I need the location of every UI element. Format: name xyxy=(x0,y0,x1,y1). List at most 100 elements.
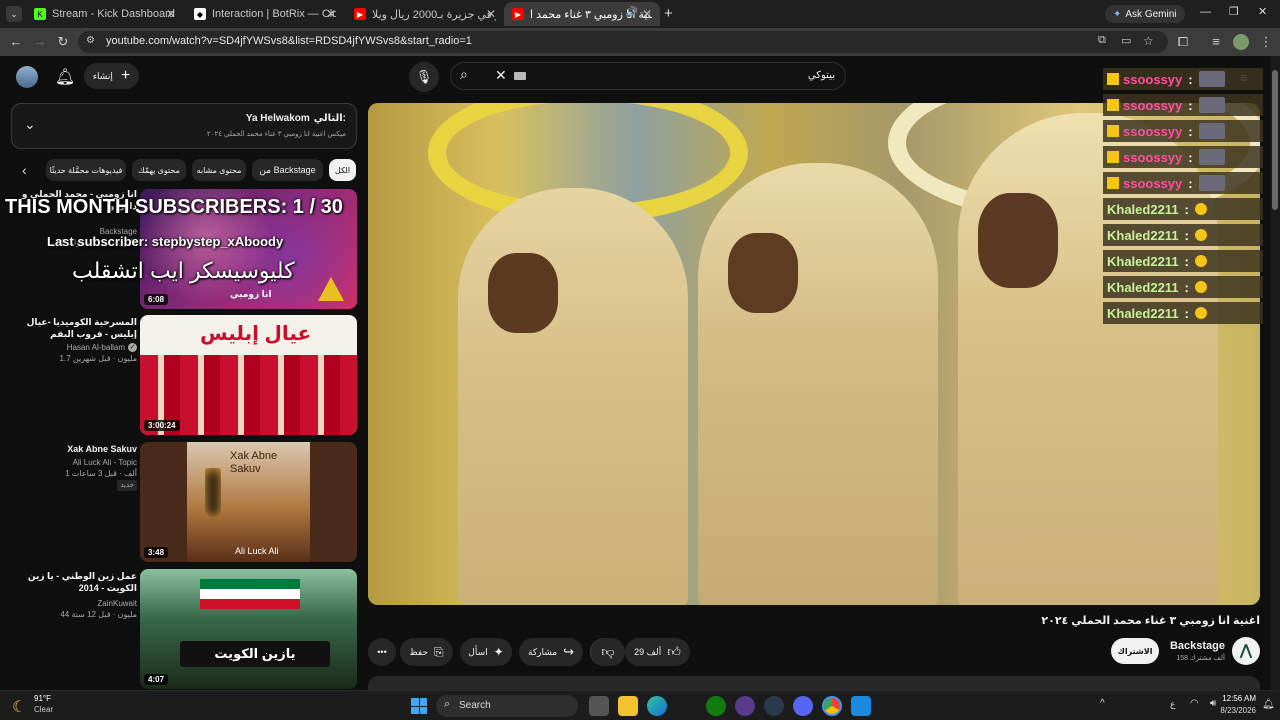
duration-badge: 3:48 xyxy=(144,547,169,558)
search-input[interactable]: بيتوكي xyxy=(808,70,835,81)
channel-name[interactable]: ZainKuwait xyxy=(7,598,137,609)
tab-kick-dashboard[interactable]: K Stream - Kick Dashboard ✕ xyxy=(26,2,184,26)
profile-avatar[interactable] xyxy=(1233,34,1249,50)
input-language[interactable]: ع xyxy=(1170,699,1175,710)
page-scrollbar[interactable] xyxy=(1270,56,1280,690)
steam-icon[interactable] xyxy=(764,696,784,716)
restore-icon[interactable]: ❐ xyxy=(1229,5,1239,18)
video-meta[interactable]: المسرحية الكوميديا -عيال إبليس - فروب ال… xyxy=(7,316,137,364)
task-view-icon[interactable] xyxy=(589,696,609,716)
copilot-icon[interactable] xyxy=(851,696,871,716)
tab-botrix[interactable]: ◆ Interaction | BotRix — Cloud St ✕ xyxy=(186,2,344,26)
chrome-icon[interactable] xyxy=(822,696,842,716)
notification-center-icon[interactable]: 🔔︎ xyxy=(1262,699,1275,710)
ask-gemini-button[interactable]: ✦ Ask Gemini xyxy=(1105,5,1185,23)
chip-from-backstage[interactable]: من Backstage xyxy=(252,159,323,181)
subscribe-button[interactable]: الاشتراك xyxy=(1111,638,1159,664)
channel-name-main[interactable]: Backstage xyxy=(1170,640,1225,652)
video-thumbnail[interactable]: Xak Abne Sakuv Ali Luck Ali 3:48 xyxy=(140,442,357,562)
cast-icon[interactable]: ▭ xyxy=(1121,34,1131,47)
chip-for-you[interactable]: محتوى يهمّك xyxy=(132,159,186,181)
video-title[interactable]: المسرحية الكوميديا -عيال إبليس - فروب ال… xyxy=(7,316,137,340)
scrollbar-thumb[interactable] xyxy=(1272,70,1278,210)
extensions-icon[interactable]: ⧠ xyxy=(1175,34,1191,50)
weather-temp[interactable]: 91°F xyxy=(34,694,51,703)
close-window-icon[interactable]: ✕ xyxy=(1258,5,1267,18)
clear-search-icon[interactable]: ✕ xyxy=(495,67,507,84)
ask-button[interactable]: اسأل ✦ xyxy=(460,638,512,666)
reload-icon[interactable]: ↻ xyxy=(55,34,71,50)
channel-name[interactable]: Hasan Al-ballam xyxy=(67,342,125,353)
bookmark-star-icon[interactable]: ☆ xyxy=(1143,34,1154,48)
tab-search-button[interactable]: ⌄ xyxy=(6,6,22,22)
video-thumbnail[interactable]: عيال إبليس 3:00:24 xyxy=(140,315,357,435)
tab-zombie-song[interactable]: ▶ اغنية انا زومبي ٣ غناء محمد ا 🔊 ✕ xyxy=(504,2,660,26)
site-info-icon[interactable]: ⚙ xyxy=(86,35,95,46)
channel-avatar[interactable]: ⋀ xyxy=(1232,637,1260,665)
obs-icon[interactable] xyxy=(735,696,755,716)
close-icon[interactable]: ✕ xyxy=(326,7,336,21)
video-meta[interactable]: عمل زين الوطني - يا زين الكويت - 2014 Za… xyxy=(7,570,137,620)
subscriber-count: 158 ألف مشترك xyxy=(1176,655,1225,662)
speaker-icon[interactable]: 🔊 xyxy=(626,7,638,18)
address-bar[interactable]: ⚙ youtube.com/watch?v=SD4jfYWSvs8&list=R… xyxy=(78,31,1168,53)
chat-message: ssoossyy: xyxy=(1103,94,1263,116)
notifications-bell-icon[interactable]: 🔔︎ xyxy=(50,62,80,92)
close-icon[interactable]: ✕ xyxy=(486,7,496,21)
chip-recently-uploaded[interactable]: فيديوهات محمَّلة حديثًا xyxy=(46,159,126,181)
xbox-icon[interactable] xyxy=(706,696,726,716)
translate-icon[interactable]: ⧉ xyxy=(1098,34,1106,47)
forward-icon[interactable]: → xyxy=(32,34,48,50)
chevron-down-icon[interactable]: ⌄ xyxy=(24,116,36,133)
chips-scroll-left-icon[interactable]: ‹ xyxy=(22,162,27,178)
chat-separator: : xyxy=(1188,123,1193,139)
taskbar-search-box[interactable]: ⌕ Search xyxy=(436,695,578,717)
save-button[interactable]: حفظ ⎘ xyxy=(400,638,453,666)
close-icon[interactable]: ✕ xyxy=(642,7,652,21)
video-title[interactable]: عمل زين الوطني - يا زين الكويت - 2014 xyxy=(7,570,137,594)
chip-all[interactable]: الكل xyxy=(329,159,356,181)
account-avatar[interactable] xyxy=(16,66,38,88)
emote-icon xyxy=(1194,281,1207,293)
ask-gemini-label: Ask Gemini xyxy=(1125,8,1177,20)
minimize-icon[interactable]: — xyxy=(1200,6,1211,18)
new-tab-button[interactable]: + xyxy=(664,5,673,22)
chip-related[interactable]: محتوى مشابه xyxy=(192,159,246,181)
kick-icon: K xyxy=(34,8,46,20)
clock-time[interactable]: 12:56 AM xyxy=(1222,694,1256,703)
file-explorer-icon[interactable] xyxy=(618,696,638,716)
chat-message: ssoossyy: xyxy=(1103,120,1263,142)
more-actions-button[interactable]: ••• xyxy=(368,638,396,666)
new-badge: جديد xyxy=(117,480,137,491)
create-button[interactable]: إنشاء + xyxy=(84,63,139,89)
edge-icon[interactable] xyxy=(647,696,667,716)
tab-falcons[interactable]: ▶ فالكونز في جزيرة بـ2000 ريال ويلا ✕ xyxy=(346,2,504,26)
playlist-queue-panel[interactable]: ⌄ Ya Helwakom التالي: ميكس اغنية انا زوم… xyxy=(11,103,357,149)
keyboard-icon[interactable] xyxy=(514,72,526,80)
browser-menu-icon[interactable]: ⋮ xyxy=(1258,34,1274,50)
share-icon: ↪ xyxy=(563,644,574,659)
share-label: مشاركة xyxy=(528,646,558,657)
video-thumbnail[interactable]: يازين الكويت 4:07 xyxy=(140,569,357,689)
description-box[interactable] xyxy=(368,676,1260,690)
discord-icon[interactable] xyxy=(793,696,813,716)
lantern-icon xyxy=(205,468,221,518)
channel-name[interactable]: Ali Luck Ali - Topic xyxy=(7,457,137,468)
search-box[interactable]: ⌕ ✕ بيتوكي xyxy=(450,62,846,90)
video-title[interactable]: Xak Abne Sakuv xyxy=(7,443,137,455)
video-meta[interactable]: Xak Abne Sakuv Ali Luck Ali - Topic 1 أل… xyxy=(7,443,137,491)
share-button[interactable]: مشاركة ↪ xyxy=(519,638,583,666)
reading-list-icon[interactable]: ≡ xyxy=(1208,34,1224,50)
volume-icon[interactable]: 🔊︎ xyxy=(1210,698,1216,709)
like-button[interactable]: 29 ألف 👍︎ xyxy=(625,638,690,666)
search-icon[interactable]: ⌕ xyxy=(460,66,468,83)
back-icon[interactable]: ← xyxy=(8,34,24,50)
tray-chevron-icon[interactable]: ^ xyxy=(1100,698,1105,709)
close-icon[interactable]: ✕ xyxy=(166,7,176,21)
voice-search-icon[interactable]: 🎙︎ xyxy=(409,62,439,92)
chat-username: ssoossyy xyxy=(1123,97,1183,113)
weather-moon-icon[interactable]: ☾ xyxy=(12,697,26,717)
windows-start-icon[interactable] xyxy=(411,698,427,714)
wifi-icon[interactable]: ◠ xyxy=(1190,698,1199,709)
dislike-button[interactable]: 👎︎ xyxy=(590,638,625,666)
